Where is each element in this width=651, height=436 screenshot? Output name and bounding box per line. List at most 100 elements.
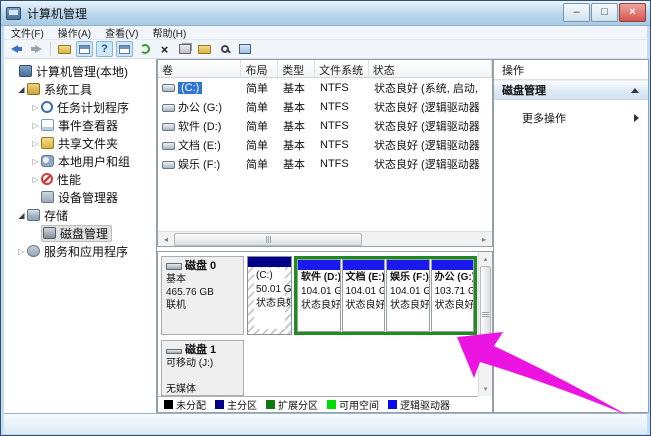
volume-icon	[162, 123, 175, 131]
volume-layout: 简单	[242, 156, 279, 172]
volume-name: 软件 (D:)	[178, 121, 221, 133]
expander-collapsed-icon[interactable]	[30, 157, 41, 166]
horizontal-scrollbar[interactable]: ◂ ▸	[158, 231, 492, 246]
console-window-icon[interactable]	[76, 41, 93, 57]
menu-file[interactable]: 文件(F)	[4, 26, 51, 39]
expander-collapsed-icon[interactable]	[30, 175, 41, 184]
volume-row-d[interactable]: 软件 (D:) 简单 基本 NTFS 状态良好 (逻辑驱动器	[158, 116, 492, 135]
properties-icon[interactable]	[176, 41, 193, 57]
collapse-icon[interactable]	[631, 88, 639, 93]
refresh-icon[interactable]	[136, 41, 153, 57]
show-console-tree-icon[interactable]	[56, 41, 73, 57]
partition-f[interactable]: 娱乐 (F:) 104.01 GB 状态良好	[386, 259, 430, 332]
partition-g[interactable]: 办公 (G:) 103.71 GB 状态良好	[431, 259, 475, 332]
disk1-label[interactable]: 磁盘 1 可移动 (J:) 无媒体	[161, 340, 244, 396]
partition-size: 50.01 GB	[254, 282, 285, 296]
scroll-up-icon[interactable]: ▴	[479, 252, 492, 266]
maximize-button[interactable]: □	[591, 3, 618, 22]
forward-icon[interactable]	[28, 41, 45, 57]
expander-collapsed-icon[interactable]	[16, 247, 27, 256]
toolbar: ? ×	[4, 40, 647, 59]
console-tree: 计算机管理(本地) 系统工具 任务计划程序 事件查看器 共享文件夹 本地用户和组	[4, 59, 157, 413]
minimize-button[interactable]: –	[563, 3, 590, 22]
partition-e[interactable]: 文档 (E:) 104.01 GB 状态良好	[342, 259, 386, 332]
tree-item-services[interactable]: 服务和应用程序	[4, 242, 156, 260]
volume-row-g[interactable]: 办公 (G:) 简单 基本 NTFS 状态良好 (逻辑驱动器	[158, 97, 492, 116]
partition-size: 103.71 GB	[432, 284, 474, 298]
column-header-status[interactable]: 状态	[369, 60, 492, 77]
computer-icon	[19, 65, 32, 77]
volume-layout: 简单	[242, 80, 279, 96]
submenu-arrow-icon	[634, 114, 639, 122]
disk0-kind: 基本	[166, 273, 239, 286]
delete-icon[interactable]: ×	[156, 41, 173, 57]
expander-expanded-icon[interactable]	[16, 211, 27, 220]
local-users-icon	[41, 155, 54, 167]
column-header-volume[interactable]: 卷	[158, 60, 241, 77]
volume-fs: NTFS	[316, 101, 370, 113]
volume-row-e[interactable]: 文档 (E:) 简单 基本 NTFS 状态良好 (逻辑驱动器	[158, 135, 492, 154]
expander-collapsed-icon[interactable]	[30, 121, 41, 130]
tree-label: 共享文件夹	[58, 135, 118, 152]
tree-label: 任务计划程序	[57, 99, 129, 116]
column-header-filesystem[interactable]: 文件系统	[315, 60, 369, 77]
tree-item-local-users[interactable]: 本地用户和组	[4, 152, 156, 170]
scroll-right-icon[interactable]: ▸	[476, 232, 492, 247]
tree-item-storage[interactable]: 存储	[4, 206, 156, 224]
tree-item-disk-management[interactable]: 磁盘管理	[4, 224, 156, 242]
tree-label: 服务和应用程序	[44, 243, 128, 260]
primary-swatch-icon	[215, 400, 224, 409]
tree-label: 本地用户和组	[58, 153, 130, 170]
tree-label: 计算机管理(本地)	[36, 63, 128, 80]
expander-collapsed-icon[interactable]	[30, 139, 41, 148]
tree-item-device-manager[interactable]: 设备管理器	[4, 188, 156, 206]
actions-group-label: 磁盘管理	[502, 82, 546, 98]
partition-size: 104.01 GB	[298, 284, 340, 298]
expander-collapsed-icon[interactable]	[30, 103, 41, 112]
search-icon[interactable]	[216, 41, 233, 57]
menu-view[interactable]: 查看(V)	[98, 26, 145, 39]
more-actions-item[interactable]: 更多操作	[494, 108, 648, 128]
logical-partition-bar	[387, 260, 429, 270]
tree-item-event-viewer[interactable]: 事件查看器	[4, 116, 156, 134]
tree-item-task-scheduler[interactable]: 任务计划程序	[4, 98, 156, 116]
back-icon[interactable]	[8, 41, 25, 57]
menu-help[interactable]: 帮助(H)	[145, 26, 193, 39]
open-folder-icon[interactable]	[196, 41, 213, 57]
tree-item-performance[interactable]: 性能	[4, 170, 156, 188]
scroll-left-icon[interactable]: ◂	[158, 232, 174, 247]
column-header-type[interactable]: 类型	[278, 60, 315, 77]
scrollbar-thumb[interactable]	[174, 233, 362, 246]
volume-fs: NTFS	[316, 139, 370, 151]
menu-action[interactable]: 操作(A)	[51, 26, 98, 39]
help-icon[interactable]: ?	[96, 41, 113, 57]
column-header-layout[interactable]: 布局	[241, 60, 278, 77]
disk0-label[interactable]: 磁盘 0 基本 465.76 GB 联机	[161, 256, 244, 335]
console-window-icon-2[interactable]	[116, 41, 133, 57]
tree-label: 系统工具	[44, 81, 92, 98]
close-button[interactable]: ×	[619, 3, 646, 22]
tree-item-computer-management[interactable]: 计算机管理(本地)	[4, 62, 156, 80]
tree-item-shared-folders[interactable]: 共享文件夹	[4, 134, 156, 152]
extended-swatch-icon	[266, 400, 275, 409]
tree-label: 设备管理器	[58, 189, 118, 206]
actions-group-disk-management[interactable]: 磁盘管理	[494, 80, 648, 100]
scrollbar-thumb[interactable]	[480, 266, 491, 362]
partition-d[interactable]: 软件 (D:) 104.01 GB 状态良好	[297, 259, 341, 332]
volume-type: 基本	[279, 137, 316, 153]
free-space-swatch-icon	[327, 400, 336, 409]
scroll-down-icon[interactable]: ▾	[479, 382, 492, 396]
settings-icon[interactable]	[236, 41, 253, 57]
partition-c[interactable]: (C:) 50.01 GB 状态良好	[247, 256, 292, 335]
device-manager-icon	[41, 191, 54, 203]
actions-title: 操作	[494, 60, 648, 80]
volume-row-c[interactable]: (C:) 简单 基本 NTFS 状态良好 (系统, 启动,	[158, 78, 492, 97]
volume-type: 基本	[279, 80, 316, 96]
tree-item-system-tools[interactable]: 系统工具	[4, 80, 156, 98]
expander-expanded-icon[interactable]	[16, 85, 27, 94]
volume-row-f[interactable]: 娱乐 (F:) 简单 基本 NTFS 状态良好 (逻辑驱动器	[158, 154, 492, 173]
removable-disk-icon	[166, 349, 182, 354]
vertical-scrollbar[interactable]: ▴ ▾	[478, 252, 492, 396]
title-bar[interactable]: 计算机管理 – □ ×	[1, 1, 650, 26]
extended-partition-group: 软件 (D:) 104.01 GB 状态良好 文档 (E:) 104.01 GB…	[294, 256, 477, 335]
